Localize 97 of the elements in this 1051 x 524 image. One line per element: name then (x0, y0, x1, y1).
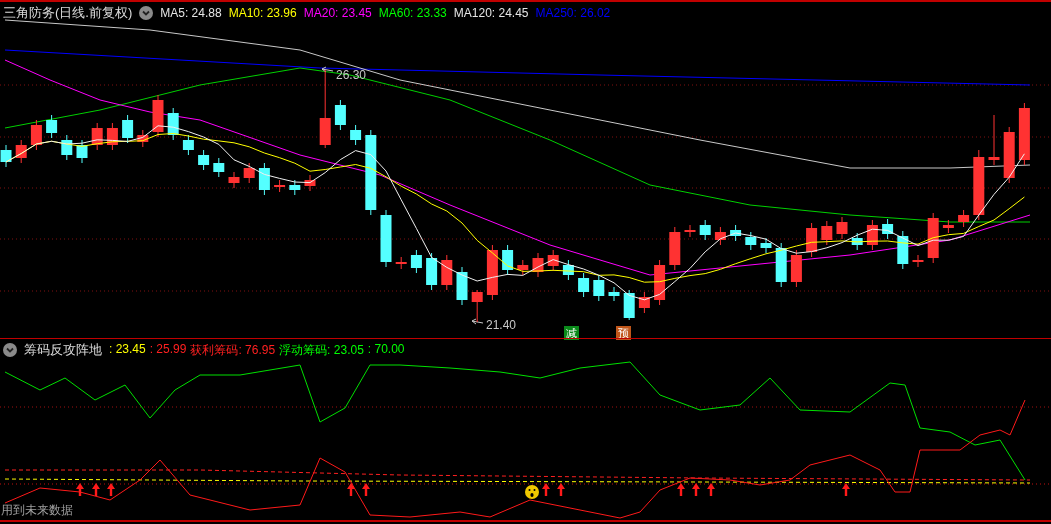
candlestick (15, 139, 27, 164)
candlestick (441, 254, 453, 291)
candlestick (821, 220, 833, 246)
leader-line (321, 66, 334, 73)
candlestick (1003, 126, 1015, 184)
up-arrow-icon (707, 483, 715, 496)
candlestick (593, 274, 605, 302)
candlestick (152, 94, 164, 138)
candlestick (410, 249, 422, 274)
up-arrow-icon (557, 483, 565, 496)
candlestick (897, 230, 909, 270)
candlestick (1018, 102, 1030, 166)
candlestick (456, 266, 468, 306)
indicator-value: 浮动筹码: 23.05 (279, 341, 364, 359)
candlestick (532, 252, 544, 278)
indicator-value: 获利筹码: 76.95 (190, 341, 276, 359)
indicator-title: 筹码反攻阵地 (24, 341, 102, 359)
candlestick (623, 289, 635, 321)
face-icon (525, 485, 539, 499)
up-arrow-icon (677, 483, 685, 496)
indicator-value: : 70.00 (367, 341, 405, 358)
candlestick (714, 226, 726, 246)
candlestick (137, 129, 149, 148)
up-arrow-icon (92, 483, 100, 496)
moving-average-value: MA120: 24.45 (453, 6, 529, 20)
leader-line (471, 318, 484, 325)
moving-average-value: MA5: 24.88 (160, 6, 222, 20)
up-arrow-icon (542, 483, 550, 496)
candlestick (942, 219, 954, 234)
candlestick (866, 219, 878, 251)
up-arrow-icon (842, 483, 850, 496)
indicator-value: : 23.45 (109, 341, 146, 358)
moving-average-value: MA60: 23.33 (378, 6, 447, 20)
candlestick (334, 99, 346, 131)
footer-note: 用到未来数据 (1, 502, 73, 519)
candlestick (350, 124, 362, 146)
candlestick (745, 231, 757, 251)
candlestick (380, 209, 392, 268)
candlestick (46, 114, 58, 139)
candlestick (927, 212, 939, 264)
chart-title: 三角防务(日线.前复权) (3, 4, 133, 22)
candlestick (669, 226, 681, 271)
candlestick (106, 122, 118, 151)
up-arrow-icon (347, 483, 355, 496)
candlestick (213, 157, 225, 178)
candlestick (882, 218, 894, 240)
candlestick (684, 224, 696, 238)
candlestick (486, 244, 498, 301)
candlestick (289, 179, 301, 196)
candlestick (517, 259, 529, 276)
candlestick (91, 122, 103, 151)
candlestick (167, 107, 179, 141)
candlestick (578, 272, 590, 298)
candlestick (198, 149, 210, 171)
candlestick (638, 291, 650, 314)
up-arrow-icon (362, 483, 370, 496)
moving-average-value: MA10: 23.96 (228, 6, 297, 20)
candlestick (851, 232, 863, 251)
candlestick (471, 289, 483, 323)
candlestick (973, 149, 985, 221)
up-arrow-icon (76, 483, 84, 496)
candlestick (654, 259, 666, 306)
candlestick (836, 216, 848, 240)
candlestick (502, 244, 514, 276)
candlestick (958, 209, 970, 228)
up-arrow-icon (692, 483, 700, 496)
candlestick (395, 256, 407, 270)
candlestick (988, 114, 1000, 166)
moving-average-value: MA20: 23.45 (303, 6, 372, 20)
candlestick (122, 114, 134, 144)
candlestick (790, 249, 802, 288)
candlestick (699, 219, 711, 241)
candlestick (760, 237, 772, 254)
candlestick (608, 286, 620, 302)
candlestick (228, 171, 240, 189)
candlestick (806, 222, 818, 258)
candlestick (775, 242, 787, 288)
candlestick (182, 134, 194, 156)
indicator-value: : 25.99 (149, 341, 187, 358)
candlestick (258, 162, 270, 196)
price-label: 21.40 (486, 318, 517, 332)
up-arrow-icon (107, 483, 115, 496)
candlestick (304, 174, 316, 192)
candlestick (426, 252, 438, 291)
candlestick (912, 254, 924, 268)
candlestick (562, 259, 574, 281)
candlestick (243, 162, 255, 184)
moving-average-value: MA250: 26.02 (535, 6, 611, 20)
candlestick (547, 249, 559, 272)
candlestick (274, 179, 286, 193)
dropdown-icon[interactable] (139, 6, 154, 20)
candlestick (76, 139, 88, 164)
candlestick (0, 144, 12, 168)
dropdown-icon[interactable] (3, 343, 17, 357)
candlestick (730, 224, 742, 242)
candlestick (30, 119, 42, 151)
candlestick (61, 134, 73, 161)
